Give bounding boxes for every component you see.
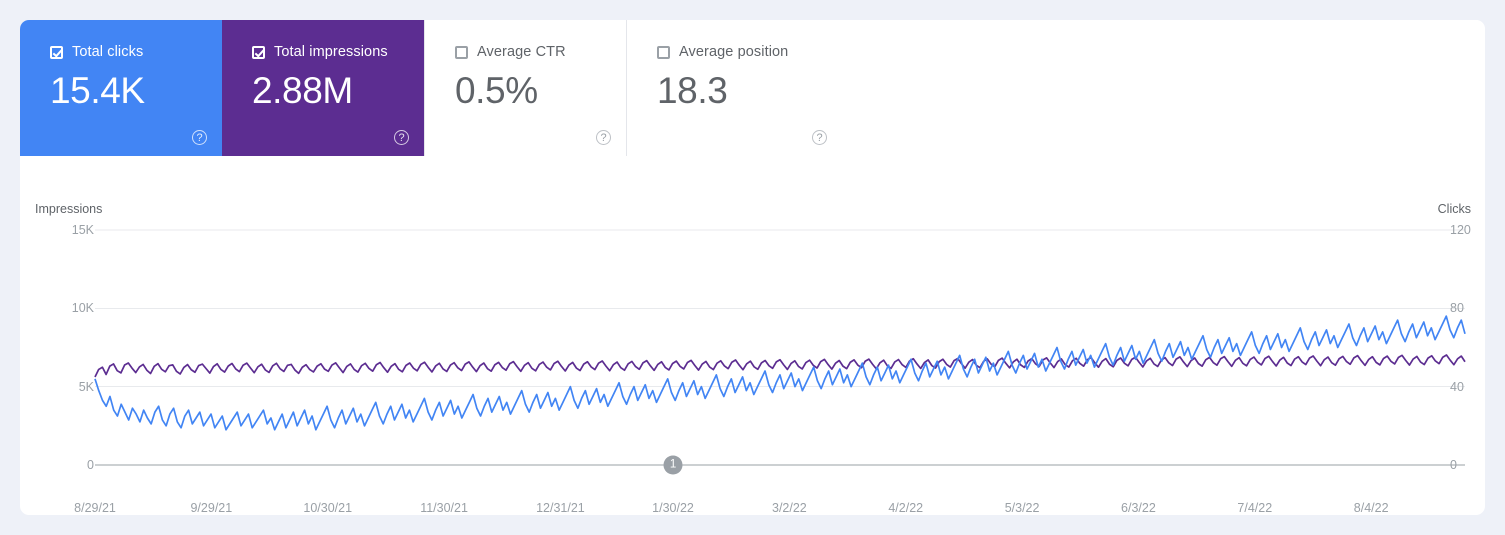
x-axis-tick: 11/30/21 bbox=[420, 501, 468, 515]
x-axis-tick: 8/4/22 bbox=[1353, 501, 1389, 515]
x-axis-tick: 10/30/21 bbox=[303, 501, 353, 515]
help-icon[interactable]: ? bbox=[192, 130, 207, 145]
left-axis-tick: 10K bbox=[71, 301, 94, 316]
metric-value: 2.88M bbox=[252, 70, 353, 111]
left-axis-tick: 15K bbox=[71, 223, 94, 237]
right-axis-tick: 80 bbox=[1450, 301, 1464, 316]
metric-header: Average position bbox=[657, 43, 1485, 61]
x-axis-tick: 7/4/22 bbox=[1237, 501, 1273, 515]
performance-card: Total clicks 15.4K ? Total impressions 2… bbox=[20, 20, 1485, 515]
annotation-marker[interactable]: 1 bbox=[663, 455, 683, 475]
metric-label: Average position bbox=[679, 44, 789, 60]
x-axis-tick: 1/30/22 bbox=[652, 501, 694, 515]
metric-value: 15.4K bbox=[50, 70, 145, 111]
help-icon[interactable]: ? bbox=[596, 130, 611, 145]
metric-tile-average-position[interactable]: Average position 18.3 ? bbox=[626, 20, 1485, 156]
help-icon[interactable]: ? bbox=[394, 130, 409, 145]
right-axis-tick: 120 bbox=[1450, 223, 1471, 237]
x-axis-tick: 9/29/21 bbox=[190, 501, 233, 515]
metric-value: 18.3 bbox=[657, 70, 728, 111]
right-axis-tick: 40 bbox=[1450, 379, 1464, 394]
series-line-impressions bbox=[94, 354, 1466, 378]
left-axis-tick: 0 bbox=[87, 458, 94, 472]
metric-header: Total clicks bbox=[50, 43, 222, 61]
metric-header: Total impressions bbox=[252, 43, 424, 61]
performance-chart: Impressions Clicks 0 5K 10K 15K 0 40 80 120 8/29… bbox=[20, 156, 1485, 515]
metric-header: Average CTR bbox=[455, 43, 626, 61]
x-axis-tick: 3/2/22 bbox=[771, 501, 807, 515]
metric-label: Average CTR bbox=[477, 44, 566, 60]
checkbox-total-clicks[interactable] bbox=[50, 45, 63, 59]
left-axis-tick: 5K bbox=[78, 379, 94, 394]
x-axis-tick: 8/29/21 bbox=[74, 501, 116, 515]
right-axis-tick: 0 bbox=[1450, 458, 1457, 472]
x-axis-tick: 12/31/21 bbox=[536, 501, 585, 515]
metric-tile-total-clicks[interactable]: Total clicks 15.4K ? bbox=[20, 20, 222, 156]
x-axis-tick: 6/3/22 bbox=[1121, 501, 1156, 515]
metric-label: Total clicks bbox=[72, 44, 144, 60]
x-axis-tick: 5/3/22 bbox=[1004, 501, 1040, 515]
x-axis-tick: 4/2/22 bbox=[888, 501, 924, 515]
checkbox-average-ctr[interactable] bbox=[455, 45, 468, 59]
metric-tiles: Total clicks 15.4K ? Total impressions 2… bbox=[20, 20, 1485, 156]
checkbox-average-position[interactable] bbox=[657, 45, 670, 59]
series-line-clicks bbox=[94, 315, 1466, 431]
help-icon[interactable]: ? bbox=[812, 130, 827, 145]
performance-page: Total clicks 15.4K ? Total impressions 2… bbox=[0, 0, 1505, 535]
metric-tile-total-impressions[interactable]: Total impressions 2.88M ? bbox=[222, 20, 424, 156]
metric-value: 0.5% bbox=[455, 70, 538, 111]
metric-label: Total impressions bbox=[274, 44, 388, 60]
checkbox-total-impressions[interactable] bbox=[252, 45, 265, 59]
metric-tile-average-ctr[interactable]: Average CTR 0.5% ? bbox=[424, 20, 626, 156]
chart-plot-area: 0 5K 10K 15K 0 40 80 120 8/29/21 9/29/21 10/30/21 1… bbox=[20, 156, 1485, 515]
help-glyph: ? bbox=[816, 132, 823, 144]
